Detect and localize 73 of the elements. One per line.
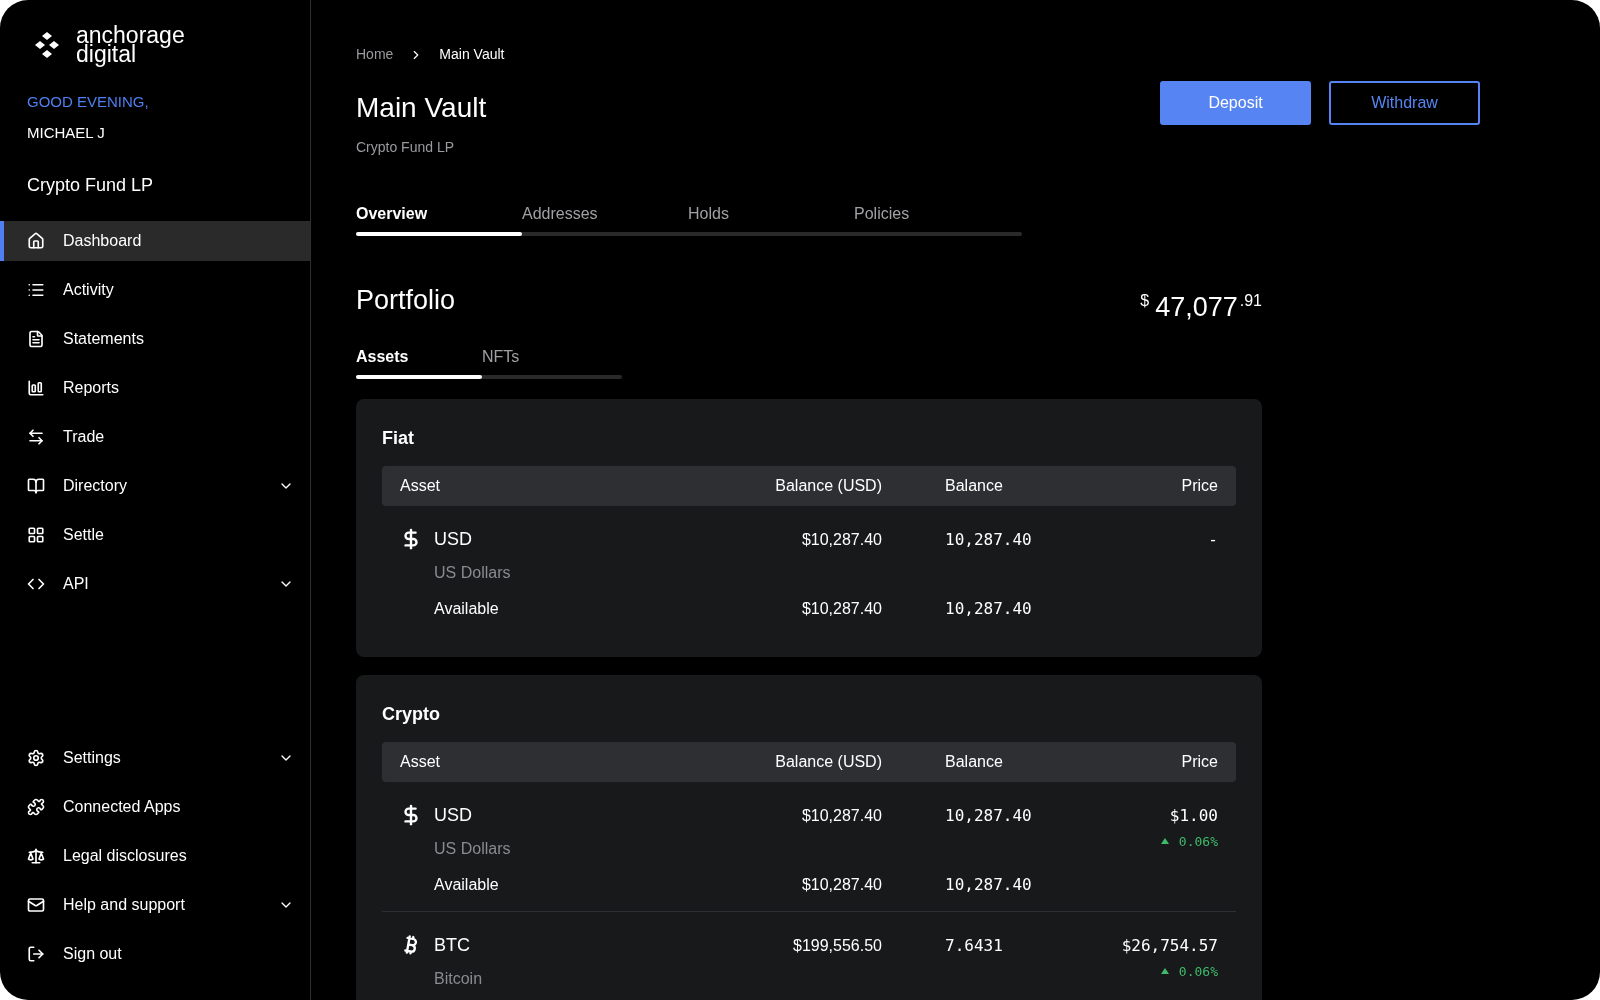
column-header: Asset <box>400 751 441 772</box>
asset-code: USD <box>434 527 472 551</box>
greeting: GOOD EVENING, <box>26 92 149 112</box>
breadcrumb-current: Main Vault <box>439 45 505 64</box>
grid-icon <box>27 526 45 544</box>
price-cell-text: $1.00 <box>1169 804 1218 827</box>
book-icon <box>27 477 45 495</box>
table-cell-text: $10,287.40 <box>800 529 882 550</box>
arrows-icon <box>27 428 45 446</box>
nav-item[interactable]: Connected Apps <box>0 787 310 827</box>
tab[interactable]: Assets <box>356 344 482 379</box>
table-cell-text: Available <box>433 874 500 895</box>
settings-icon <box>27 749 45 767</box>
price-change: 0.06% <box>1178 962 1218 981</box>
scale-icon <box>27 847 45 865</box>
breadcrumb-link[interactable]: Home <box>356 44 394 65</box>
list-icon <box>27 281 45 299</box>
tab[interactable]: Addresses <box>522 202 688 236</box>
page-title: Main Vault <box>356 91 487 125</box>
tab[interactable]: Policies <box>854 202 1020 236</box>
tab[interactable]: Holds <box>688 202 854 236</box>
table-cell-text: Available <box>433 598 500 619</box>
tab[interactable]: NFTs <box>482 344 608 379</box>
asset-code: USD <box>434 803 472 827</box>
nav-item[interactable]: Help and support <box>0 885 310 925</box>
column-header: Balance <box>944 475 1004 496</box>
page-subtitle: Crypto Fund LP <box>356 138 455 157</box>
nav-item[interactable]: Dashboard <box>0 221 310 261</box>
table-cell-text: $10,287.40 <box>800 874 882 895</box>
table-cell-text: 10,287.40 <box>944 873 1033 896</box>
nav-item[interactable]: Trade <box>0 417 310 457</box>
nav-item[interactable]: Directory <box>0 466 310 506</box>
user-name: MICHAEL J <box>26 122 105 143</box>
column-header: Price <box>1180 751 1218 772</box>
price-change: 0.06% <box>1178 832 1218 851</box>
home-icon <box>27 232 45 250</box>
table-cell-text: 10,287.40 <box>944 804 1033 827</box>
sign-out-icon <box>27 945 45 963</box>
table-cell-text: 7.6431 <box>944 934 1004 957</box>
nav-item[interactable]: Reports <box>0 368 310 408</box>
nav-item[interactable]: Activity <box>0 270 310 310</box>
chart-icon <box>27 379 45 397</box>
tab[interactable]: Overview <box>356 202 522 236</box>
table-cell-text: $10,287.40 <box>800 805 882 826</box>
withdraw-button[interactable]: Withdraw <box>1329 81 1480 125</box>
table-cell-text: 10,287.40 <box>944 528 1033 551</box>
asset-name: Bitcoin <box>433 968 483 989</box>
column-header: Asset <box>400 475 441 496</box>
asset-name: US Dollars <box>433 562 511 583</box>
portfolio-title: Portfolio <box>356 284 456 317</box>
card-title: Crypto <box>382 702 441 726</box>
price-cell-text: - <box>1208 528 1218 551</box>
card-title: Fiat <box>382 426 415 450</box>
column-header: Price <box>1180 475 1218 496</box>
column-header: Balance (USD) <box>774 751 882 772</box>
mail-icon <box>27 896 45 914</box>
nav-item[interactable]: Settings <box>0 738 310 778</box>
nav-item[interactable]: Settle <box>0 515 310 555</box>
nav-item[interactable]: Statements <box>0 319 310 359</box>
document-icon <box>27 330 45 348</box>
table-cell-text: 10,287.40 <box>944 597 1033 620</box>
nav-item[interactable]: Sign out <box>0 934 310 974</box>
table-cell-text: $10,287.40 <box>800 598 882 619</box>
column-header: Balance <box>944 751 1004 772</box>
nav-item[interactable]: Legal disclosures <box>0 836 310 876</box>
table-cell-text: $199,556.50 <box>792 935 882 956</box>
organization-name: Crypto Fund LP <box>26 174 154 197</box>
price-cell-text: $26,754.57 <box>1121 934 1218 957</box>
asset-code: BTC <box>434 933 470 957</box>
asset-name: US Dollars <box>433 838 511 859</box>
column-header: Balance (USD) <box>774 475 882 496</box>
puzzle-icon <box>27 798 45 816</box>
nav-item[interactable]: API <box>0 564 310 604</box>
